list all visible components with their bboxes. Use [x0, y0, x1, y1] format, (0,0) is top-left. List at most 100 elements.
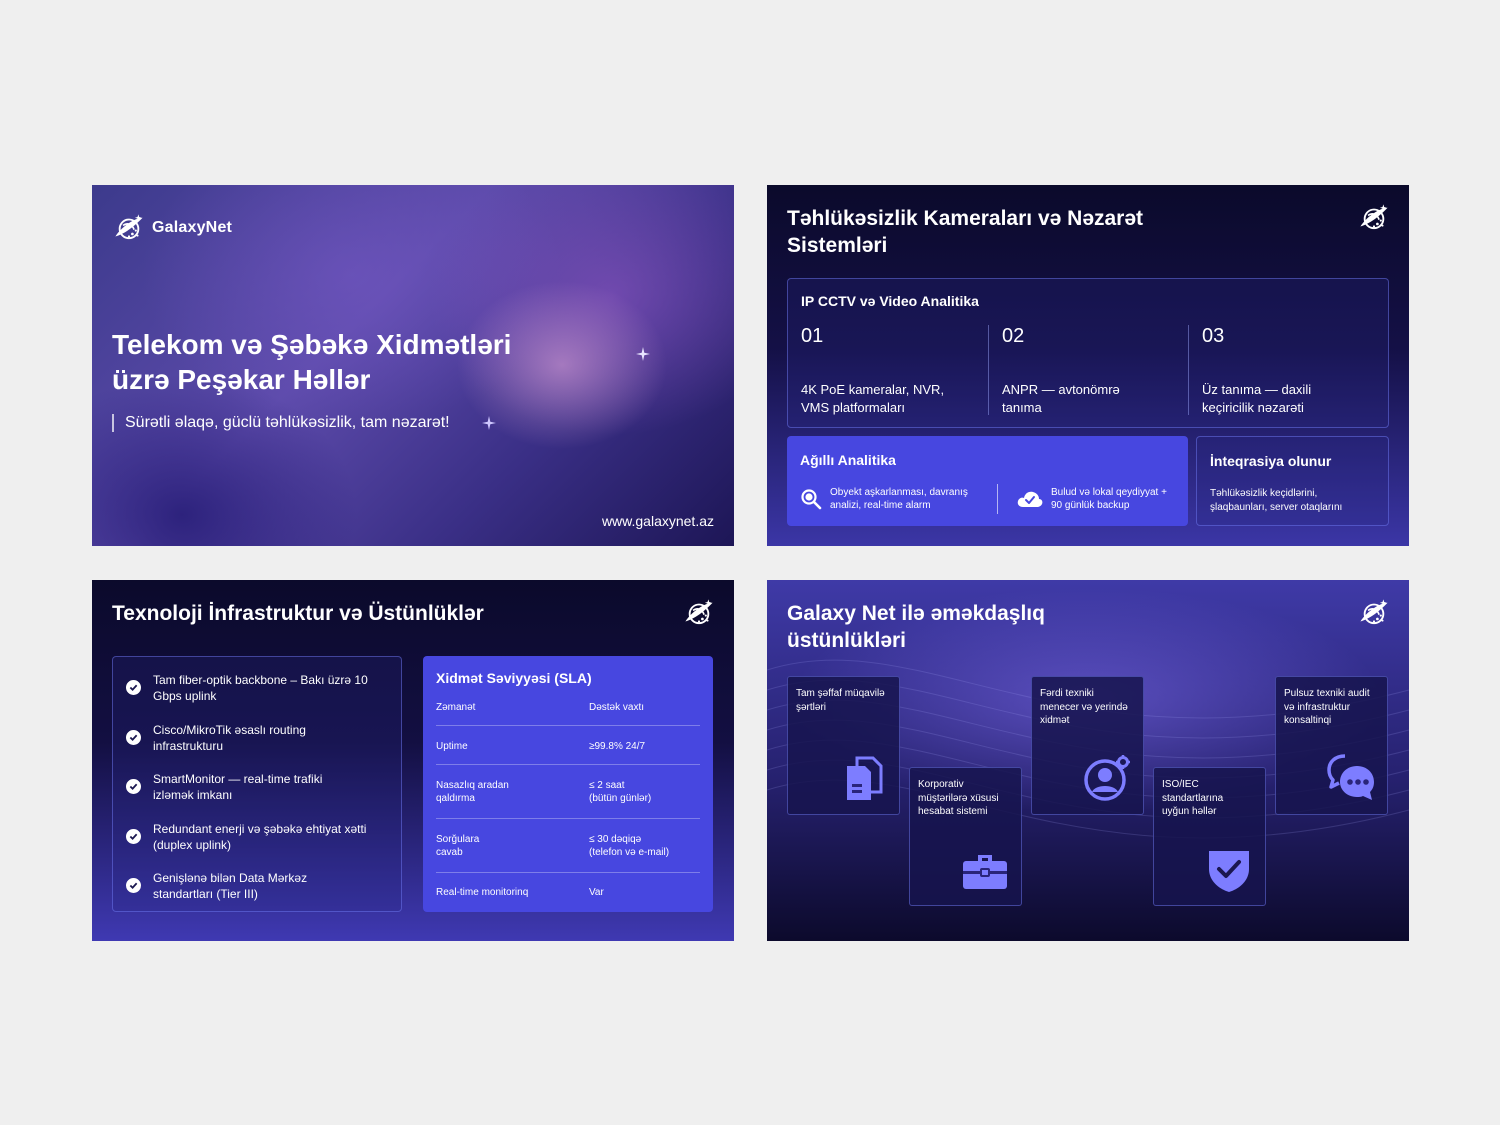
slide-title: Galaxy Net ilə əməkdaşlıq üstünlükləri: [787, 600, 1045, 654]
sla-cell-line: cavab: [436, 847, 463, 858]
sla-cell-line: Uptime: [436, 741, 468, 752]
step-item: 03 Üz tanıma — daxili keçiricilik nəzarə…: [1202, 325, 1382, 415]
sparkle-icon: [636, 347, 650, 361]
shield-check-icon: [1209, 851, 1249, 892]
sla-cell-line: Real-time monitorinq: [436, 887, 529, 898]
brand: GalaxyNet: [112, 211, 232, 245]
step-text-line: 4K PoE kameralar, NVR,: [801, 382, 945, 397]
step-text-line: tanıma: [1002, 400, 1042, 415]
advantage-card: ISO/IEC standartlarına uyğun həllər: [1153, 767, 1266, 906]
step-text: ANPR — avtonömrə tanıma: [1002, 381, 1120, 417]
step-number: 01: [801, 325, 824, 347]
feature-text-line: infrastrukturu: [153, 739, 224, 753]
slide-cover[interactable]: GalaxyNet Telekom və Şəbəkə Xidmətləri ü…: [92, 185, 734, 546]
feature-item: Cisco/MikroTik əsaslı routing infrastrukt…: [126, 722, 391, 754]
check-icon: [126, 878, 141, 893]
step-text-line: VMS platformaları: [801, 400, 906, 415]
sla-cell-line: qaldırma: [436, 793, 475, 804]
cover-title-line: Telekom və Şəbəkə Xidmətləri: [112, 329, 512, 360]
slide-title-line: Galaxy Net ilə əməkdaşlıq: [787, 602, 1045, 625]
feature-text-line: Redundant enerji və şəbəkə ehtiyat xətti: [153, 822, 367, 836]
cctv-card: IP CCTV və Video Analitika 01 4K PoE kam…: [787, 278, 1389, 428]
analytics-item-text: Bulud və lokal qeydiyyat + 90 günlük bac…: [1051, 486, 1167, 512]
analytics-item-text: Obyekt aşkarlanması, davranış analizi, r…: [830, 486, 968, 512]
advantage-text-line: menecer və yerində: [1040, 701, 1128, 713]
advantage-text: Tam şəffaf müqavilə şərtləri: [796, 687, 896, 714]
advantage-text-line: ISO/IEC: [1162, 779, 1199, 790]
sparkle-icon: [482, 416, 496, 430]
sla-header-cell: Dəstək vaxtı: [589, 702, 645, 713]
feature-text-line: (duplex uplink): [153, 838, 232, 852]
advantage-text: Fərdi texniki menecer və yerində xidmət: [1040, 687, 1140, 728]
sla-cell-line: ≤ 30 dəqiqə: [589, 834, 642, 845]
analytics-item: Bulud və lokal qeydiyyat + 90 günlük bac…: [1017, 486, 1167, 512]
sla-cell-line: ≥99.8% 24/7: [589, 741, 646, 752]
divider: [997, 484, 998, 514]
feature-text-line: Gbps uplink: [153, 689, 217, 703]
sla-cell: Uptime: [436, 740, 576, 753]
divider: [436, 764, 700, 765]
sla-cell: Sorğulara cavab: [436, 833, 576, 859]
advantage-text-line: xidmət: [1040, 715, 1070, 726]
sla-cell-line: (telefon və e-mail): [589, 847, 670, 858]
advantage-text-line: uyğun həllər: [1162, 806, 1217, 817]
check-icon: [126, 829, 141, 844]
advantage-text-line: hesabat sistemi: [918, 806, 988, 817]
analytics-item-line: Obyekt aşkarlanması, davranış: [830, 487, 968, 498]
advantage-text-line: standartlarına: [1162, 792, 1224, 804]
slide-title-line: Sistemləri: [787, 234, 888, 257]
divider: [1188, 325, 1189, 415]
advantage-text-line: müştərilərə xüsusi: [918, 792, 999, 804]
advantage-text-line: və infrastruktur: [1284, 701, 1351, 713]
advantage-card: Korporativ müştərilərə xüsusi hesabat si…: [909, 767, 1022, 906]
divider: [436, 725, 700, 726]
step-text: 4K PoE kameralar, NVR, VMS platformaları: [801, 381, 944, 417]
slide-partnership-advantages[interactable]: Galaxy Net ilə əməkdaşlıq üstünlükləri T…: [767, 580, 1409, 941]
sla-cell-line: Var: [589, 887, 604, 898]
feature-text-line: Tam fiber-optik backbone – Bakı üzrə 10: [153, 673, 368, 687]
cover-title-line: üzrə Peşəkar Həllər: [112, 364, 371, 395]
integration-text: Təhlükəsizlik keçidlərini, şlaqbaunları,…: [1210, 487, 1380, 515]
advantage-text: Pulsuz texniki audit və infrastruktur ko…: [1284, 687, 1384, 728]
sla-cell: Var: [589, 886, 709, 899]
sla-card: Xidmət Səviyyəsi (SLA) Zəmanət Dəstək va…: [423, 656, 713, 912]
slide-infrastructure[interactable]: Texnoloji İnfrastruktur və Üstünlüklər T…: [92, 580, 734, 941]
divider: [436, 818, 700, 819]
advantage-text-line: şərtləri: [796, 701, 827, 713]
chat-icon: [1327, 754, 1374, 800]
step-text-line: Üz tanıma — daxili: [1202, 382, 1312, 397]
slide-title: Texnoloji İnfrastruktur və Üstünlüklər: [112, 602, 484, 625]
check-icon: [126, 730, 141, 745]
sla-header-cell: Zəmanət: [436, 702, 476, 713]
advantage-text-line: Pulsuz texniki audit: [1284, 688, 1370, 699]
sla-cell: Nasazlıq aradan qaldırma: [436, 779, 576, 805]
sla-cell: ≤ 2 saat (bütün günlər): [589, 779, 709, 805]
galaxy-logo-icon: [112, 211, 146, 245]
website-link[interactable]: www.galaxynet.az: [602, 513, 714, 529]
brand-name: GalaxyNet: [152, 219, 233, 236]
slide-title-line: Təhlükəsizlik Kameraları və Nəzarət: [787, 207, 1144, 230]
cloud-check-icon: [1017, 491, 1043, 507]
search-icon: [801, 489, 822, 510]
check-icon: [126, 779, 141, 794]
cctv-heading: IP CCTV və Video Analitika: [801, 293, 979, 309]
features-card: Tam fiber-optik backbone – Bakı üzrə 10 G…: [112, 656, 402, 912]
analytics-item: Obyekt aşkarlanması, davranış analizi, r…: [800, 486, 968, 512]
feature-text-line: Cisco/MikroTik əsaslı routing: [153, 723, 306, 737]
feature-item: SmartMonitor — real-time trafiki izləmək …: [126, 771, 391, 803]
sla-cell: ≤ 30 dəqiqə (telefon və e-mail): [589, 833, 709, 859]
galaxy-logo-icon: [682, 596, 716, 630]
step-text: Üz tanıma — daxili keçiricilik nəzarəti: [1202, 381, 1311, 417]
analytics-item-line: 90 günlük backup: [1051, 500, 1130, 511]
sla-cell-line: (bütün günlər): [589, 793, 652, 804]
advantage-text-line: Korporativ: [918, 779, 964, 790]
slide-security-cameras[interactable]: Təhlükəsizlik Kameraları və Nəzarət Sist…: [767, 185, 1409, 546]
briefcase-icon: [963, 855, 1007, 889]
sla-cell-line: ≤ 2 saat: [589, 780, 625, 791]
advantage-text: Korporativ müştərilərə xüsusi hesabat si…: [918, 778, 1018, 819]
integration-text-line: şlaqbaunları, server otaqlarını: [1210, 502, 1343, 513]
analytics-title: Ağıllı Analitika: [800, 452, 896, 468]
advantage-card: Tam şəffaf müqavilə şərtləri: [787, 676, 900, 815]
sla-cell: Real-time monitorinq: [436, 886, 576, 899]
cover-subtitle: Sürətli əlaqə, güclü təhlükəsizlik, tam …: [112, 414, 450, 432]
